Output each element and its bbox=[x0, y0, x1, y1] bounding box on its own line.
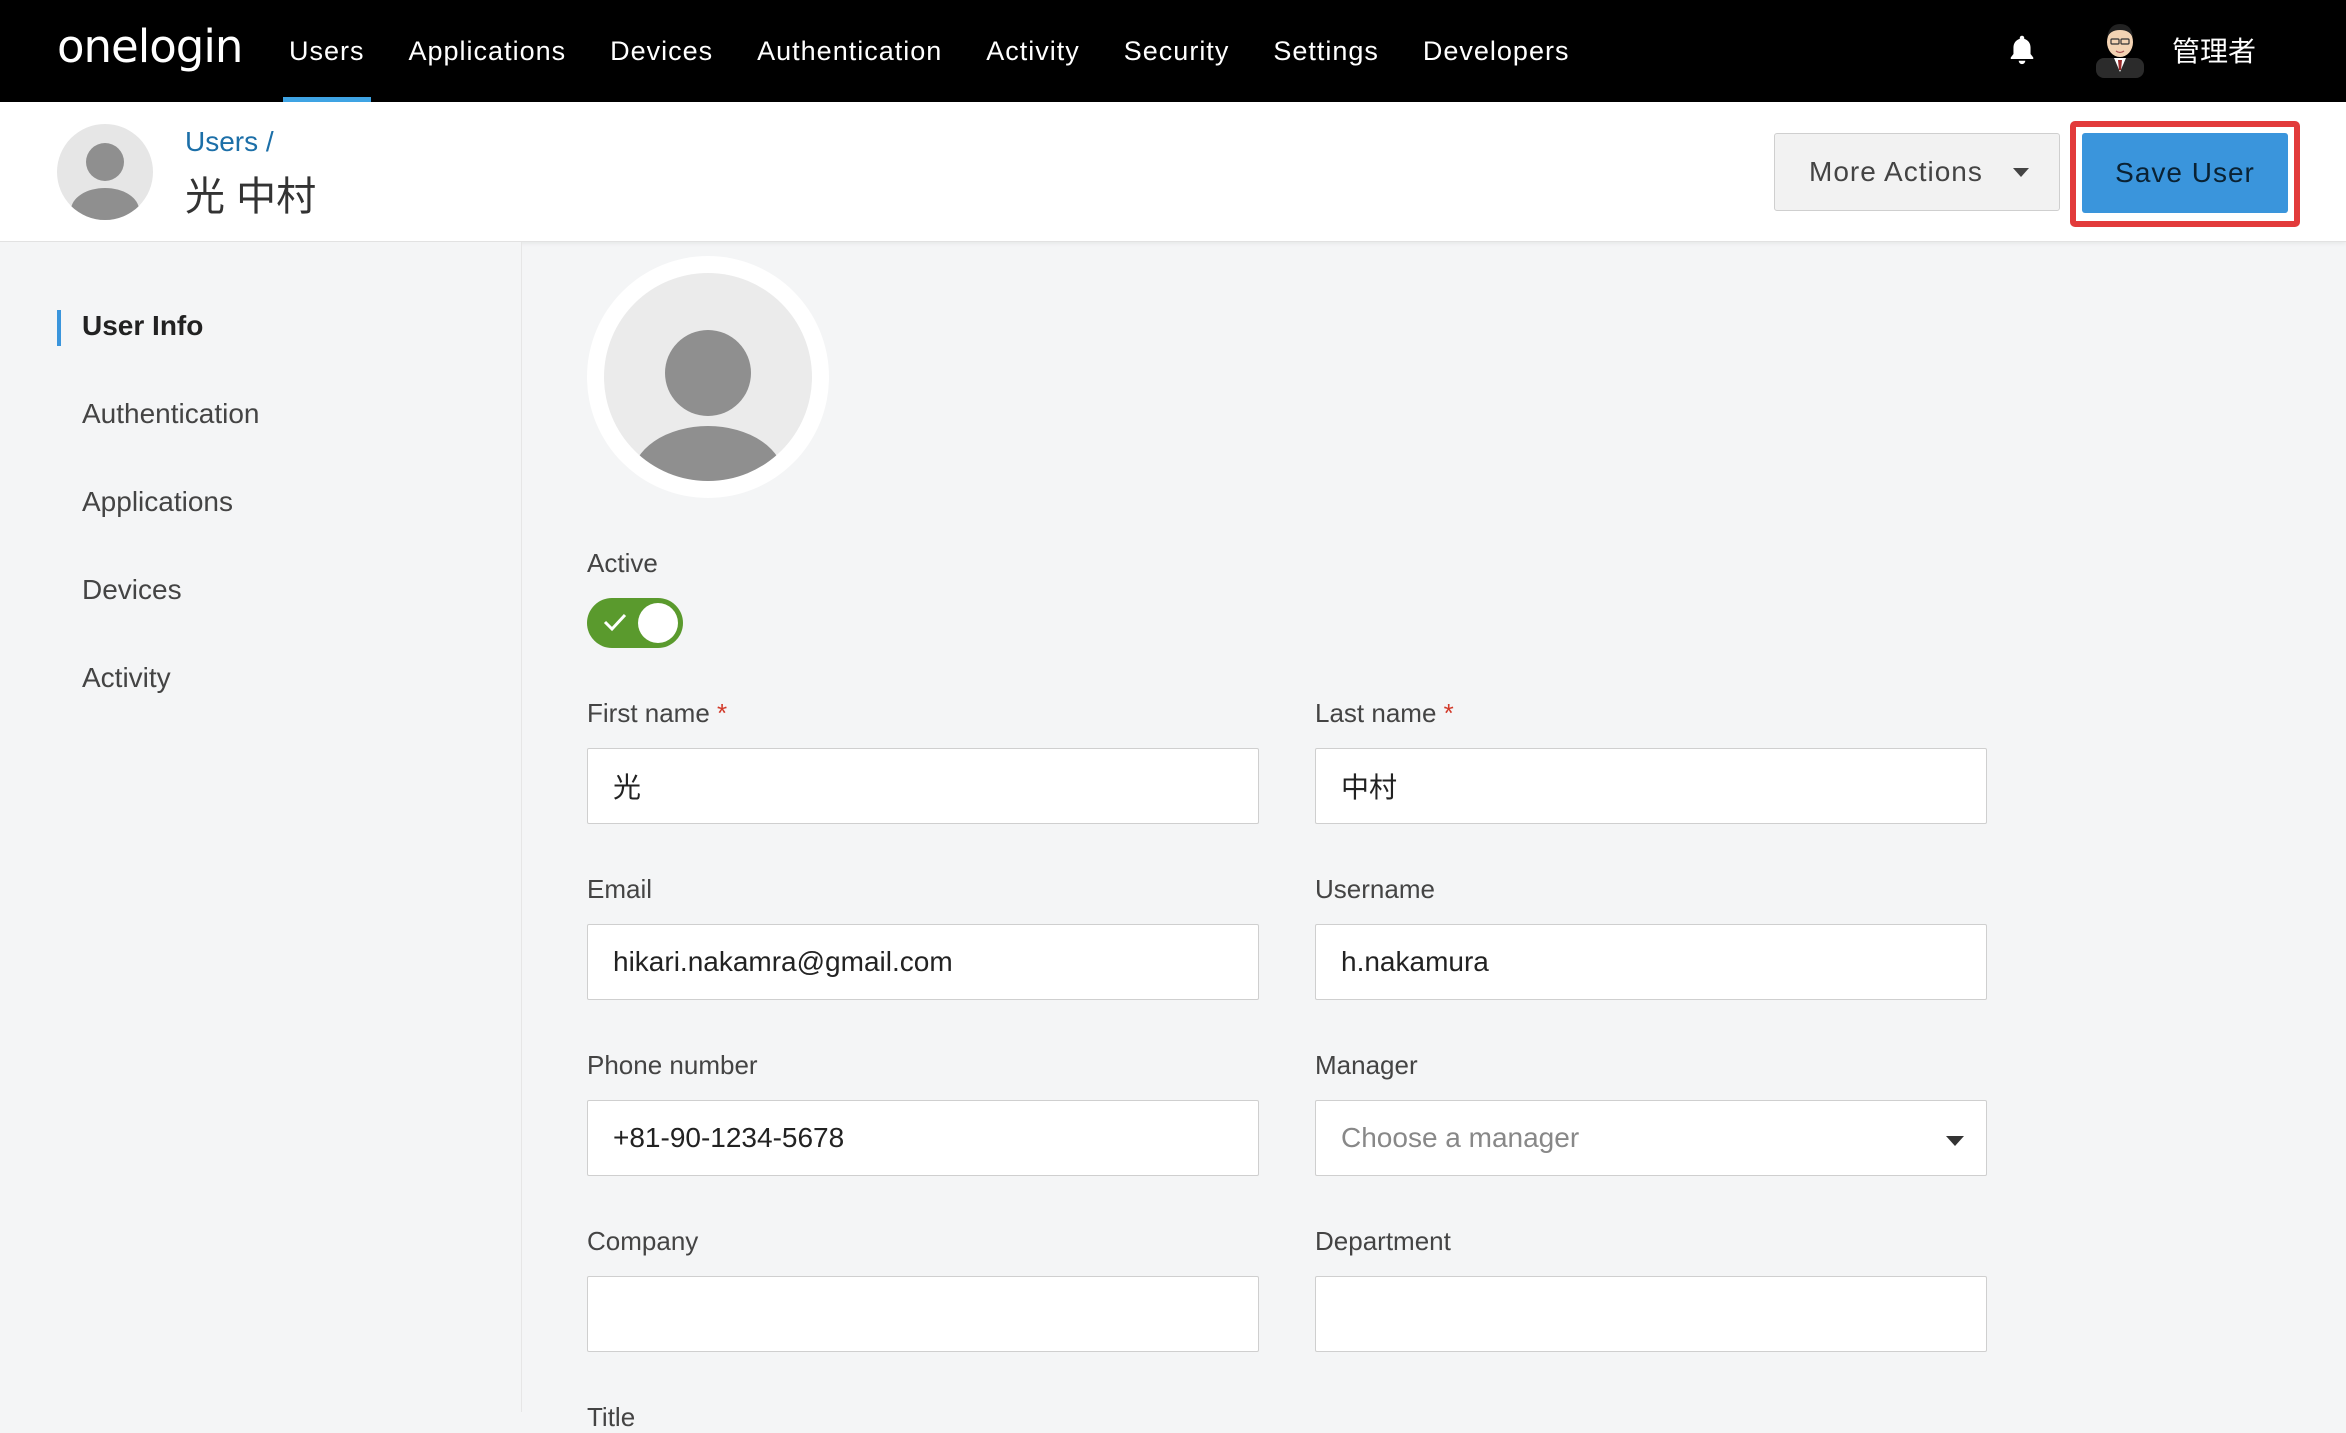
company-field[interactable] bbox=[587, 1276, 1259, 1352]
check-icon bbox=[603, 613, 627, 632]
save-user-button[interactable]: Save User bbox=[2082, 133, 2288, 213]
first-name-field[interactable]: 光 bbox=[587, 748, 1259, 824]
nav-item-settings[interactable]: Settings bbox=[1251, 0, 1401, 102]
sidebar-item-user-info[interactable]: User Info bbox=[82, 310, 203, 342]
first-name-label: First name * bbox=[587, 698, 728, 728]
caret-down-icon bbox=[2013, 168, 2029, 177]
active-indicator bbox=[57, 310, 61, 346]
nav-item-devices[interactable]: Devices bbox=[588, 0, 735, 102]
profile-photo[interactable] bbox=[587, 256, 829, 498]
bell-icon[interactable] bbox=[2004, 32, 2040, 68]
caret-down-icon bbox=[1946, 1136, 1964, 1146]
nav-item-security[interactable]: Security bbox=[1102, 0, 1252, 102]
top-navigation-bar: onelogin Users Applications Devices Auth… bbox=[0, 0, 2346, 102]
username-field[interactable]: h.nakamura bbox=[1315, 924, 1987, 1000]
nav-item-applications[interactable]: Applications bbox=[387, 0, 589, 102]
page-header: Users / 光 中村 More Actions Save User bbox=[0, 102, 2346, 242]
active-label: Active bbox=[587, 548, 658, 578]
nav-item-activity[interactable]: Activity bbox=[964, 0, 1102, 102]
email-field[interactable]: hikari.nakamra@gmail.com bbox=[587, 924, 1259, 1000]
email-label: Email bbox=[587, 874, 653, 904]
sidebar-item-devices[interactable]: Devices bbox=[82, 574, 182, 606]
admin-name[interactable]: 管理者 bbox=[2172, 30, 2256, 70]
manager-placeholder: Choose a manager bbox=[1341, 1122, 1580, 1153]
sidebar-item-authentication[interactable]: Authentication bbox=[82, 398, 259, 430]
user-info-form: Active First name * 光 Last name * 中村 Ema… bbox=[523, 242, 2346, 1432]
admin-avatar[interactable] bbox=[2092, 18, 2148, 78]
manager-label: Manager bbox=[1315, 1050, 1418, 1080]
username-label: Username bbox=[1315, 874, 1435, 904]
company-label: Company bbox=[587, 1226, 699, 1256]
main-nav: Users Applications Devices Authenticatio… bbox=[267, 0, 1591, 102]
title-label: Title bbox=[587, 1402, 636, 1432]
phone-field[interactable]: +81-90-1234-5678 bbox=[587, 1100, 1259, 1176]
toggle-knob bbox=[638, 603, 678, 643]
active-toggle[interactable] bbox=[587, 598, 683, 648]
onelogin-logo[interactable]: onelogin bbox=[57, 20, 243, 73]
nav-item-developers[interactable]: Developers bbox=[1401, 0, 1592, 102]
manager-select[interactable]: Choose a manager bbox=[1315, 1100, 1987, 1176]
nav-item-users[interactable]: Users bbox=[267, 0, 387, 102]
sidebar-item-activity[interactable]: Activity bbox=[82, 662, 171, 694]
breadcrumb-users[interactable]: Users / bbox=[185, 126, 274, 158]
nav-item-authentication[interactable]: Authentication bbox=[735, 0, 964, 102]
more-actions-dropdown[interactable]: More Actions bbox=[1774, 133, 2060, 211]
page-title: 光 中村 bbox=[185, 175, 317, 219]
sidebar: User Info Authentication Applications De… bbox=[0, 242, 522, 1412]
phone-label: Phone number bbox=[587, 1050, 758, 1080]
department-field[interactable] bbox=[1315, 1276, 1987, 1352]
more-actions-label: More Actions bbox=[1809, 156, 1983, 187]
last-name-field[interactable]: 中村 bbox=[1315, 748, 1987, 824]
user-avatar bbox=[57, 124, 153, 220]
last-name-label: Last name * bbox=[1315, 698, 1454, 728]
department-label: Department bbox=[1315, 1226, 1451, 1256]
default-user-icon bbox=[604, 273, 812, 481]
sidebar-item-applications[interactable]: Applications bbox=[82, 486, 233, 518]
